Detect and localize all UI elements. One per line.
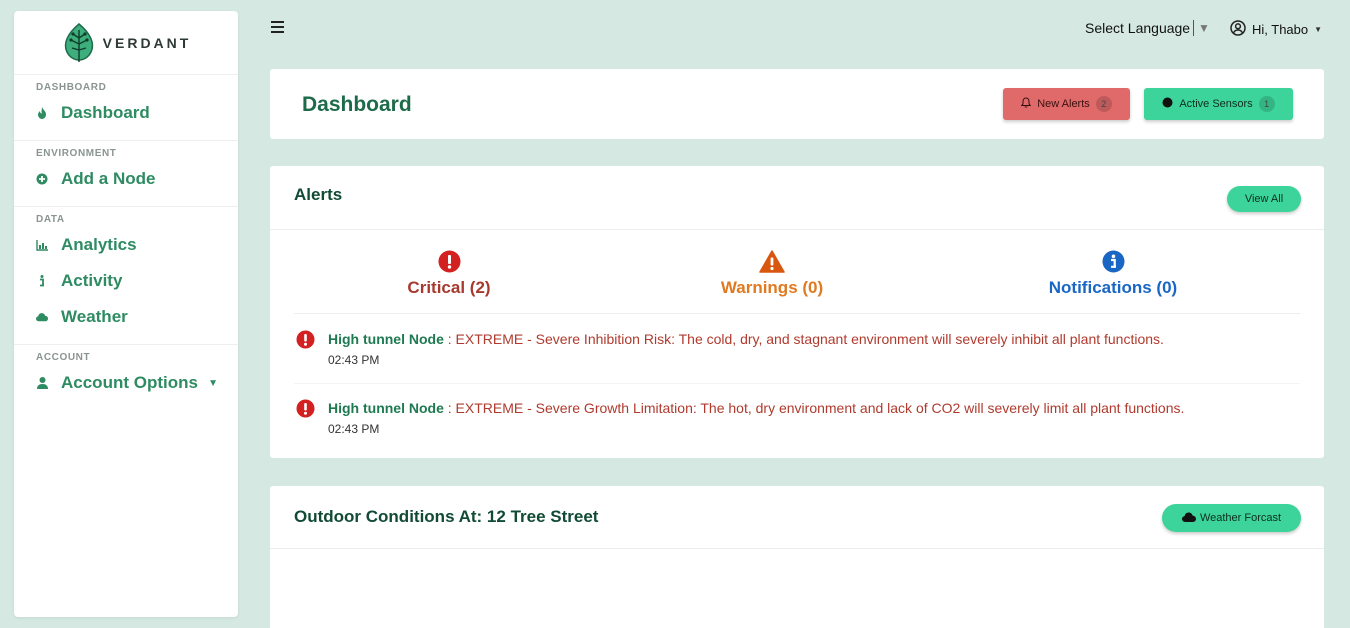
- view-all-button[interactable]: View All: [1227, 186, 1301, 212]
- nav-section-data: DATA Analytics Activity Weather: [14, 207, 238, 345]
- critical-exclamation-icon: [299, 250, 599, 274]
- critical-exclamation-icon: [296, 330, 315, 354]
- section-heading: ENVIRONMENT: [36, 148, 117, 159]
- outdoor-conditions-card: Outdoor Conditions At: 12 Tree Street We…: [270, 486, 1324, 628]
- alert-text: : EXTREME - Severe Inhibition Risk: The …: [443, 331, 1164, 347]
- plus-circle-icon: [36, 172, 48, 186]
- info-icon: [36, 274, 48, 288]
- brand-logo[interactable]: VERDANT: [14, 11, 238, 75]
- sidebar-item-analytics[interactable]: Analytics: [14, 227, 238, 263]
- active-sensors-label: Active Sensors: [1179, 98, 1253, 110]
- nav-section-dashboard: DASHBOARD Dashboard: [14, 75, 238, 141]
- page-title: Dashboard: [302, 93, 412, 116]
- notifications-summary[interactable]: Notifications (0): [963, 250, 1263, 298]
- dropdown-arrow-icon: ▼: [1198, 21, 1210, 35]
- sidebar-item-label: Activity: [61, 271, 123, 290]
- alert-timestamp: 02:43 PM: [328, 353, 380, 367]
- alerts-card: Alerts View All Critical (2) Warnings (0…: [270, 166, 1324, 458]
- caret-down-icon: ▼: [208, 377, 218, 389]
- bell-icon: [1020, 97, 1032, 111]
- sidebar: VERDANT DASHBOARD Dashboard ENVIRONMENT …: [14, 11, 238, 617]
- sidebar-item-label: Add a Node: [61, 169, 156, 188]
- outdoor-title: Outdoor Conditions At: 12 Tree Street: [294, 507, 599, 526]
- section-heading: ACCOUNT: [36, 352, 91, 363]
- new-alerts-badge: 2: [1095, 96, 1112, 112]
- caret-down-icon: ▼: [1314, 25, 1323, 34]
- critical-count-label: Critical (2): [407, 278, 491, 297]
- dashboard-header-card: Dashboard New Alerts 2 Active Sensors 1: [270, 69, 1324, 139]
- warnings-count-label: Warnings (0): [720, 278, 824, 297]
- user-circle-icon: [1230, 20, 1246, 39]
- sidebar-item-label: Weather: [61, 307, 128, 326]
- weather-forecast-button[interactable]: Weather Forcast: [1162, 504, 1301, 532]
- bar-chart-icon: [36, 238, 48, 252]
- cloud-icon: [1181, 512, 1196, 525]
- sidebar-item-label: Analytics: [61, 235, 137, 254]
- warnings-summary[interactable]: Warnings (0): [622, 250, 922, 298]
- nav-section-environment: ENVIRONMENT Add a Node: [14, 141, 238, 207]
- alert-item[interactable]: High tunnel Node : EXTREME - Severe Grow…: [294, 399, 1300, 467]
- menu-toggle-icon[interactable]: [270, 20, 286, 36]
- view-all-label: View All: [1244, 193, 1284, 205]
- sidebar-item-add-node[interactable]: Add a Node: [14, 161, 238, 197]
- critical-exclamation-icon: [296, 399, 315, 423]
- language-select-label: Select Language: [1085, 20, 1194, 36]
- alert-node-name: High tunnel Node: [328, 331, 444, 347]
- sidebar-item-dashboard[interactable]: Dashboard: [14, 95, 238, 131]
- divider: [294, 313, 1300, 314]
- alerts-title: Alerts: [294, 185, 343, 204]
- weather-forecast-label: Weather Forcast: [1199, 512, 1282, 524]
- user-greeting: Hi, Thabo: [1252, 22, 1309, 37]
- notifications-count-label: Notifications (0): [1048, 278, 1178, 297]
- alert-timestamp: 02:43 PM: [328, 422, 380, 436]
- section-heading: DATA: [36, 214, 65, 225]
- brand-name: VERDANT: [102, 34, 192, 51]
- user-icon: [36, 376, 48, 390]
- alert-node-name: High tunnel Node: [328, 400, 444, 416]
- leaf-logo-icon: [64, 22, 93, 62]
- section-heading: DASHBOARD: [36, 82, 107, 93]
- alert-message: High tunnel Node : EXTREME - Severe Grow…: [328, 400, 1184, 416]
- critical-summary[interactable]: Critical (2): [299, 250, 599, 298]
- alert-text: : EXTREME - Severe Growth Limitation: Th…: [443, 400, 1185, 416]
- active-sensors-badge: 1: [1258, 96, 1275, 112]
- divider: [270, 229, 1324, 230]
- alert-item[interactable]: High tunnel Node : EXTREME - Severe Inhi…: [294, 330, 1300, 398]
- language-select[interactable]: Select Language ▼: [1085, 19, 1210, 37]
- user-menu[interactable]: Hi, Thabo ▼: [1230, 20, 1322, 39]
- sidebar-item-activity[interactable]: Activity: [14, 263, 238, 299]
- cloud-icon: [36, 310, 48, 324]
- sidebar-item-account-options[interactable]: Account Options ▼: [14, 365, 238, 401]
- info-circle-icon: [963, 250, 1263, 274]
- nav-section-account: ACCOUNT Account Options ▼: [14, 345, 238, 410]
- active-sensors-button[interactable]: Active Sensors 1: [1144, 88, 1293, 120]
- new-alerts-button[interactable]: New Alerts 2: [1003, 88, 1130, 120]
- divider: [270, 548, 1324, 549]
- sidebar-item-label: Account Options: [61, 373, 198, 392]
- fire-icon: [36, 106, 48, 120]
- new-alerts-label: New Alerts: [1037, 98, 1090, 110]
- divider: [294, 383, 1300, 384]
- alert-message: High tunnel Node : EXTREME - Severe Inhi…: [328, 331, 1164, 347]
- status-dot-icon: [1162, 97, 1173, 111]
- warning-triangle-icon: [622, 250, 922, 274]
- sidebar-item-weather[interactable]: Weather: [14, 299, 238, 335]
- sidebar-item-label: Dashboard: [61, 103, 150, 122]
